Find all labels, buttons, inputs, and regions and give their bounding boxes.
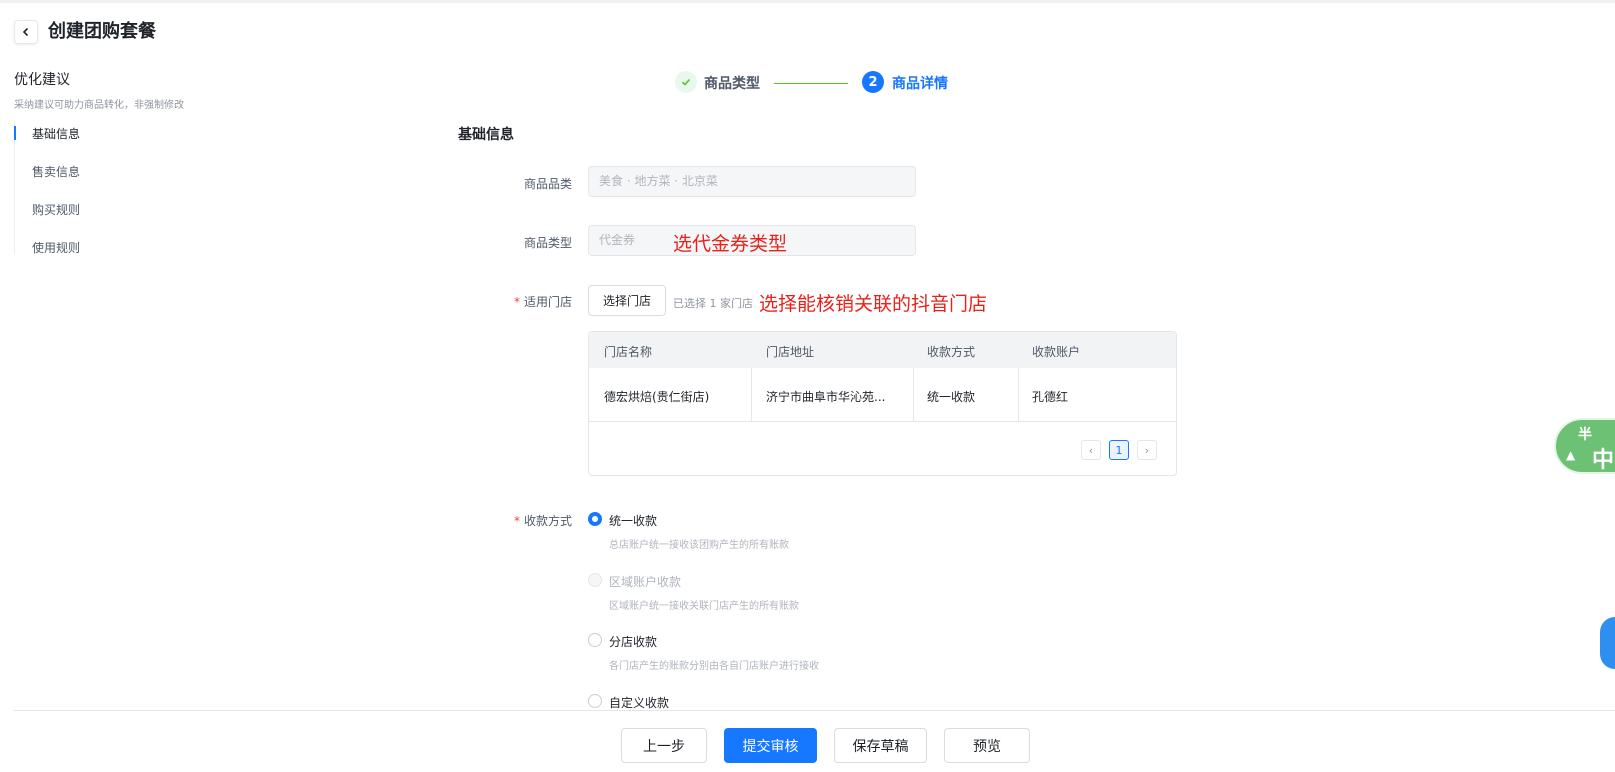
aside-item-purchase-rules[interactable]: 购买规则: [32, 201, 80, 218]
page-next-button[interactable]: ›: [1137, 440, 1157, 460]
aside-nav: 基础信息 售卖信息 购买规则 使用规则: [14, 121, 214, 255]
column-header: 收款方式: [927, 345, 976, 359]
store-name-cell: 德宏烘焙(贵仁街店): [604, 390, 710, 404]
store-address-cell: 济宁市曲阜市华沁苑...: [766, 390, 886, 404]
radio-branch-desc: 各门店产生的账款分别由各自门店账户进行接收: [609, 661, 819, 672]
stores-label-text: 适用门店: [523, 295, 572, 309]
column-header: 门店地址: [766, 345, 815, 359]
submit-review-button[interactable]: 提交审核: [724, 728, 817, 763]
column-divider: [751, 368, 752, 422]
footer-divider: [14, 710, 1615, 711]
preview-button[interactable]: 预览: [944, 728, 1030, 763]
payment-method-cell: 统一收款: [927, 390, 976, 404]
required-mark: *: [513, 514, 520, 528]
table-header: 门店名称 门店地址 收款方式 收款账户: [589, 332, 1176, 368]
aside-title: 优化建议: [14, 72, 70, 88]
table-row: 德宏烘焙(贵仁街店) 济宁市曲阜市华沁苑... 统一收款 孔德红: [589, 368, 1176, 422]
step-done-icon: [675, 71, 697, 93]
widget-text-top: 半: [1578, 427, 1592, 443]
type-label: 商品类型: [523, 236, 572, 250]
page-title: 创建团购套餐: [48, 21, 156, 42]
floating-helper-widget[interactable]: 半 ▲ 中: [1554, 418, 1615, 474]
aside-item-sale-info[interactable]: 售卖信息: [32, 163, 80, 180]
check-icon: [681, 78, 691, 86]
aside-item-basic-info[interactable]: 基础信息: [32, 125, 80, 142]
radio-unified[interactable]: [588, 512, 602, 526]
active-indicator: [14, 126, 16, 140]
radio-branch-label[interactable]: 分店收款: [609, 633, 657, 650]
widget-text-main: 中: [1592, 448, 1615, 473]
step-product-type: 商品类型: [704, 76, 760, 92]
radio-regional[interactable]: [588, 573, 602, 587]
section-title: 基础信息: [458, 127, 514, 143]
radio-custom-label[interactable]: 自定义收款: [609, 694, 669, 711]
back-button[interactable]: [14, 20, 38, 44]
chevron-left-icon: [22, 27, 29, 37]
column-divider: [913, 368, 914, 422]
radio-custom[interactable]: [588, 694, 602, 708]
category-label: 商品品类: [523, 177, 572, 191]
aside-item-usage-rules[interactable]: 使用规则: [32, 239, 80, 256]
shirt-icon: ▲: [1566, 448, 1576, 462]
radio-branch[interactable]: [588, 633, 602, 647]
payment-label: * 收款方式: [452, 512, 572, 529]
step-connector: [774, 83, 848, 84]
required-mark: *: [513, 295, 520, 309]
aside-subtitle: 采纳建议可助力商品转化，非强制修改: [14, 100, 184, 111]
column-divider: [1018, 368, 1019, 422]
select-store-button[interactable]: 选择门店: [588, 285, 666, 316]
step-number-badge: 2: [862, 71, 884, 93]
radio-unified-desc: 总店账户统一接收该团购产生的所有账款: [609, 540, 789, 551]
save-draft-button[interactable]: 保存草稿: [834, 728, 927, 763]
payment-label-text: 收款方式: [523, 514, 572, 528]
stores-label: * 适用门店: [452, 293, 572, 310]
type-annotation: 选代金券类型: [673, 233, 788, 255]
payment-account-cell: 孔德红: [1032, 390, 1069, 404]
selected-store-count: 已选择 1 家门店: [673, 297, 753, 310]
top-divider: [0, 0, 1615, 3]
customer-service-avatar[interactable]: [1600, 617, 1615, 669]
column-header: 收款账户: [1032, 345, 1081, 359]
radio-unified-label[interactable]: 统一收款: [609, 512, 657, 529]
radio-regional-desc: 区域账户统一接收关联门店产生的所有账款: [609, 601, 799, 612]
step-product-detail: 商品详情: [892, 76, 948, 92]
store-table: 门店名称 门店地址 收款方式 收款账户 德宏烘焙(贵仁街店) 济宁市曲阜市华沁苑…: [588, 331, 1177, 476]
column-header: 门店名称: [604, 345, 653, 359]
page-prev-button[interactable]: ‹: [1081, 440, 1101, 460]
prev-step-button[interactable]: 上一步: [621, 728, 707, 763]
category-field: 美食 · 地方菜 · 北京菜: [588, 166, 916, 197]
page-number-button[interactable]: 1: [1109, 440, 1129, 460]
stores-annotation: 选择能核销关联的抖音门店: [759, 293, 988, 315]
radio-regional-label[interactable]: 区域账户收款: [609, 573, 681, 590]
